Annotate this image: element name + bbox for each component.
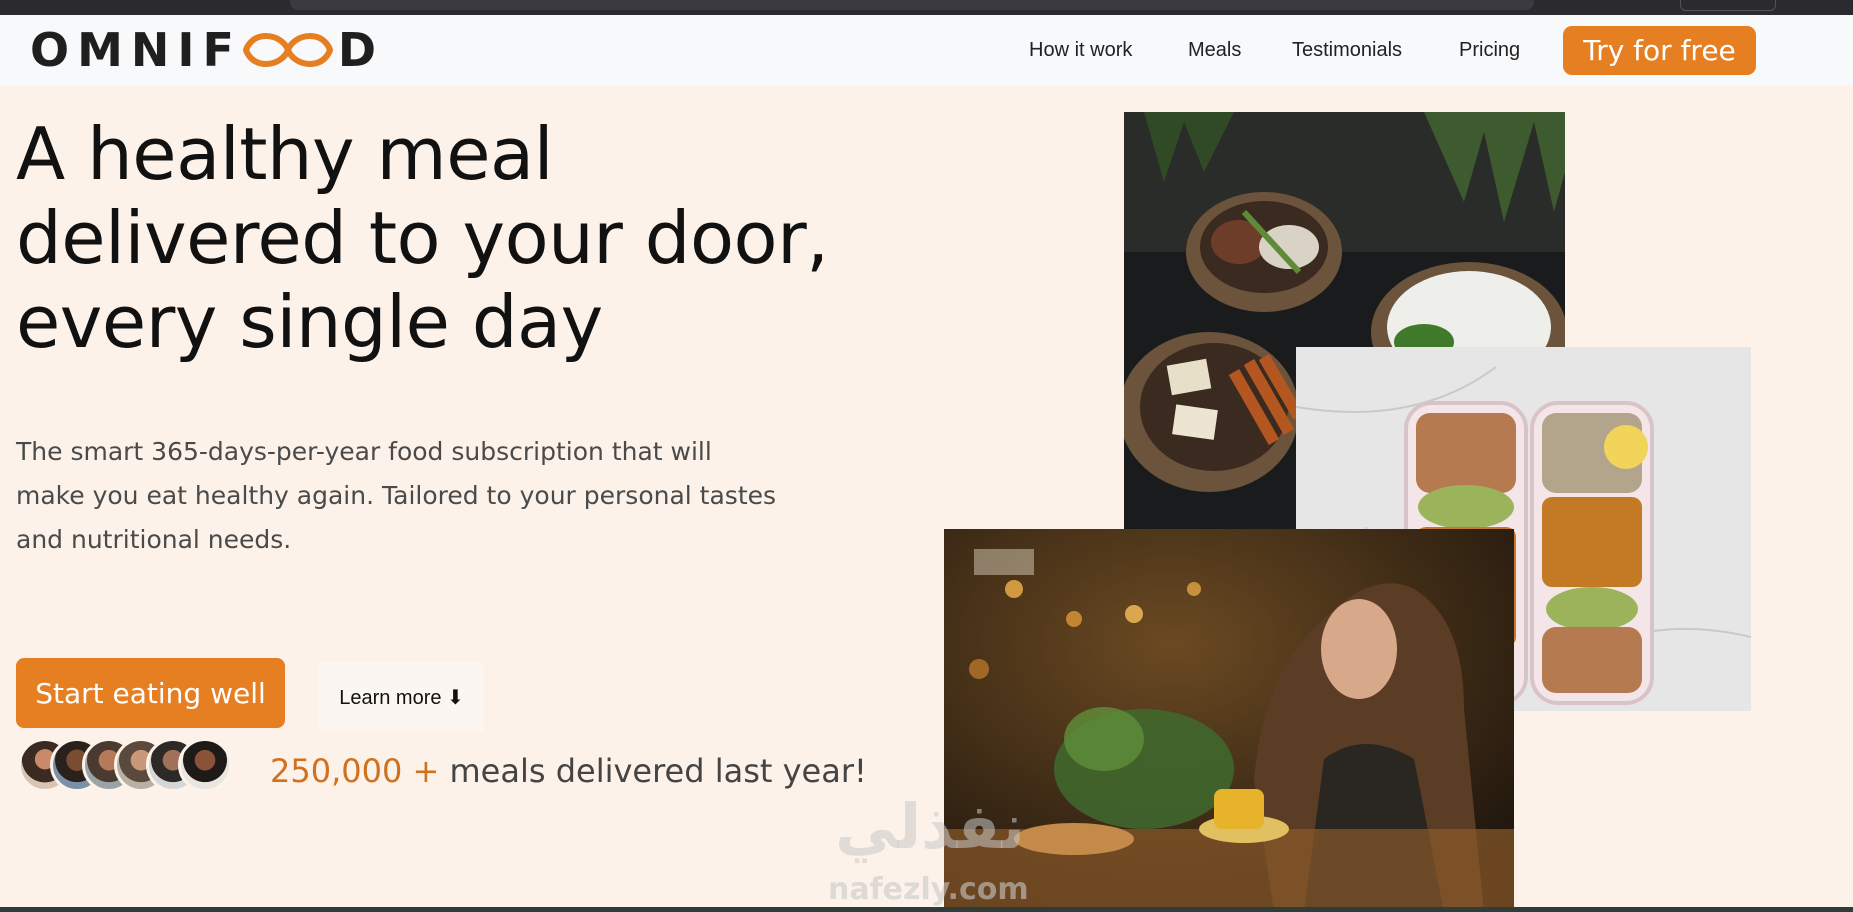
hero-description: The smart 365-days-per-year food subscri… xyxy=(16,430,836,562)
hero-title-line-2: delivered to your door, xyxy=(16,196,829,280)
hero-title-line-3: every single day xyxy=(16,280,603,364)
browser-tab-strip xyxy=(290,0,1534,10)
nav-link-how-it-work[interactable]: How it work xyxy=(1029,39,1188,62)
logo-text-left: OMNIF xyxy=(30,23,242,77)
learn-more-button[interactable]: Learn more ⬇ xyxy=(319,662,484,732)
nav-link-pricing[interactable]: Pricing xyxy=(1459,39,1549,62)
hero-description-line-3: and nutritional needs. xyxy=(16,525,292,554)
meals-delivered-number: 250,000 + xyxy=(270,752,440,790)
browser-control xyxy=(1680,0,1776,11)
avatar xyxy=(178,738,232,792)
meals-delivered-text: meals delivered last year! xyxy=(439,752,867,790)
hero-title-line-1: A healthy meal xyxy=(16,112,554,196)
main-nav: OMNIF D How it work Meals Testimonials P… xyxy=(0,15,1853,85)
hero-description-line-2: make you eat healthy again. Tailored to … xyxy=(16,481,777,510)
meals-delivered-stat: 250,000 + meals delivered last year! xyxy=(270,752,867,790)
nav-links: How it work Meals Testimonials Pricing xyxy=(1029,15,1549,85)
browser-top-strip xyxy=(0,0,1853,15)
customer-avatars xyxy=(18,738,246,794)
logo-text-right: D xyxy=(337,23,385,77)
bottom-strip xyxy=(0,907,1853,912)
logo[interactable]: OMNIF D xyxy=(30,23,385,77)
nav-link-meals[interactable]: Meals xyxy=(1188,39,1292,62)
try-for-free-button[interactable]: Try for free xyxy=(1563,26,1756,75)
start-eating-well-button[interactable]: Start eating well xyxy=(16,658,285,728)
woman-eating-photo xyxy=(944,529,1514,912)
nav-link-testimonials[interactable]: Testimonials xyxy=(1292,39,1459,62)
infinity-icon xyxy=(242,32,334,68)
hero-description-line-1: The smart 365-days-per-year food subscri… xyxy=(16,437,712,466)
hero-title: A healthy meal delivered to your door, e… xyxy=(16,112,896,364)
